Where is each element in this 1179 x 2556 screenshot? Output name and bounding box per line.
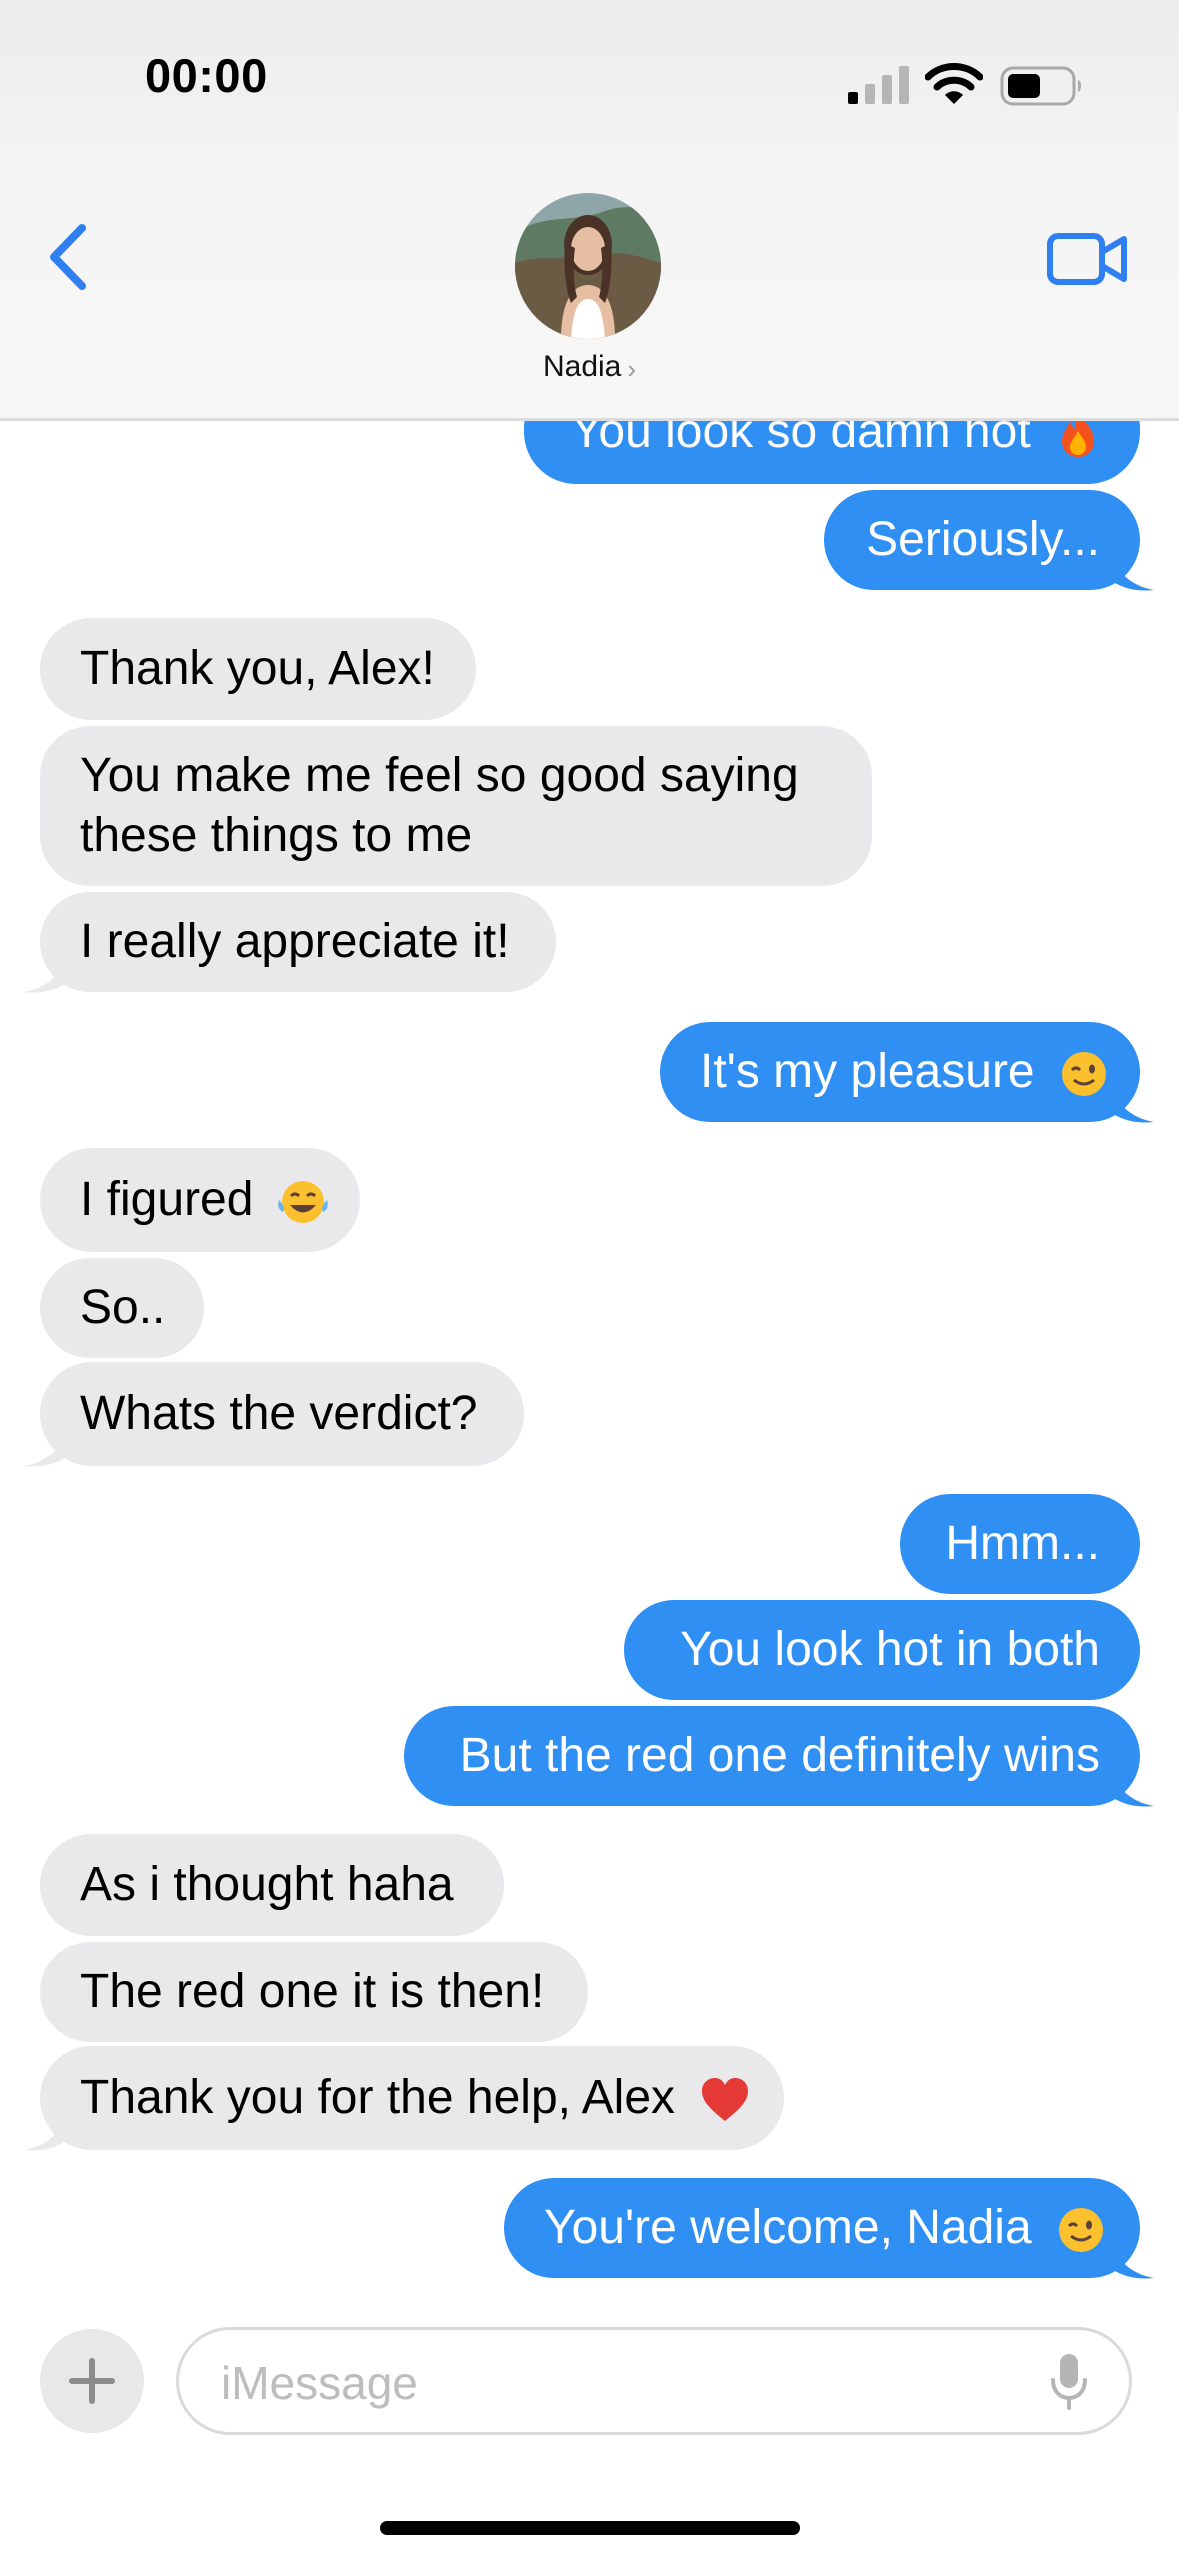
message-bubble-received[interactable]: I really appreciate it! xyxy=(40,892,556,992)
winking-face-emoji-icon xyxy=(1061,1052,1106,1097)
message-bubble-received[interactable]: You make me feel so good saying these th… xyxy=(40,726,872,886)
message-bubble-received[interactable]: Thank you, Alex! xyxy=(40,618,476,720)
status-bar-time: 00:00 xyxy=(145,49,268,102)
message-bubble-received[interactable]: The red one it is then! xyxy=(40,1942,588,2042)
chevron-right-icon: › xyxy=(627,354,637,384)
message-text: I figured xyxy=(80,1173,254,1226)
message-text: You make me feel so good saying these th… xyxy=(80,749,799,862)
message-text: As i thought haha xyxy=(80,1858,454,1911)
winking-face-emoji-icon xyxy=(1059,2208,1104,2253)
sent-bubble-tail xyxy=(1108,1764,1154,1807)
message-text: I really appreciate it! xyxy=(80,915,510,968)
battery-icon xyxy=(1000,66,1081,106)
chevron-left-icon[interactable] xyxy=(44,222,94,292)
message-bubble-received[interactable]: Whats the verdict? xyxy=(40,1362,524,1466)
plus-button[interactable] xyxy=(40,2329,144,2433)
message-input[interactable]: iMessage xyxy=(176,2327,1132,2435)
contact-avatar[interactable] xyxy=(515,193,661,339)
message-text: Thank you, Alex! xyxy=(80,642,435,695)
message-text: Thank you for the help, Alex xyxy=(80,2071,676,2124)
received-bubble-tail xyxy=(24,2108,70,2151)
message-bubble-received[interactable]: I figured xyxy=(40,1148,360,1252)
microphone-icon[interactable] xyxy=(1049,2352,1089,2412)
message-bubble-sent[interactable]: Seriously... xyxy=(824,490,1140,590)
message-bubble-received[interactable]: As i thought haha xyxy=(40,1834,504,1936)
contact-name: Nadia xyxy=(542,350,622,383)
message-bubble-received[interactable]: Thank you for the help, Alex xyxy=(40,2046,784,2150)
message-bubble-sent[interactable]: You're welcome, Nadia xyxy=(504,2178,1140,2278)
home-indicator[interactable] xyxy=(380,2521,800,2535)
tears-of-joy-emoji-icon xyxy=(277,1181,328,1224)
message-text: The red one it is then! xyxy=(80,1965,545,2018)
sent-bubble-tail xyxy=(1108,2236,1154,2279)
video-camera-icon[interactable] xyxy=(1046,230,1128,288)
contact-name-button[interactable]: Nadia › xyxy=(0,350,1179,384)
message-input-placeholder: iMessage xyxy=(221,2357,418,2409)
avatar-photo xyxy=(515,193,661,339)
message-text: It's my pleasure xyxy=(700,1045,1035,1098)
plus-icon xyxy=(69,2358,115,2404)
message-bubble-sent[interactable]: It's my pleasure xyxy=(660,1022,1140,1122)
message-text: You look hot in both xyxy=(680,1623,1100,1676)
message-text: But the red one definitely wins xyxy=(459,1729,1100,1782)
conversation-header: 00:00 Nadia › xyxy=(0,0,1179,421)
sent-bubble-tail xyxy=(1108,1080,1154,1123)
message-text: Seriously... xyxy=(866,513,1100,566)
message-text: So.. xyxy=(80,1281,166,1334)
received-bubble-tail xyxy=(24,1424,70,1467)
cellular-signal-icon xyxy=(848,66,909,104)
red-heart-emoji-icon xyxy=(702,2078,749,2122)
message-text: Whats the verdict? xyxy=(80,1387,478,1440)
sent-bubble-tail xyxy=(1108,548,1154,591)
message-text: You're welcome, Nadia xyxy=(544,2201,1032,2254)
message-bubble-sent[interactable]: You look hot in both xyxy=(624,1600,1140,1700)
message-bubble-sent[interactable]: But the red one definitely wins xyxy=(404,1706,1140,1806)
wifi-icon xyxy=(925,63,983,104)
message-bubble-received[interactable]: So.. xyxy=(40,1258,204,1358)
message-bubble-sent[interactable]: Hmm... xyxy=(900,1494,1140,1594)
received-bubble-tail xyxy=(24,950,70,993)
message-text: Hmm... xyxy=(945,1517,1100,1570)
